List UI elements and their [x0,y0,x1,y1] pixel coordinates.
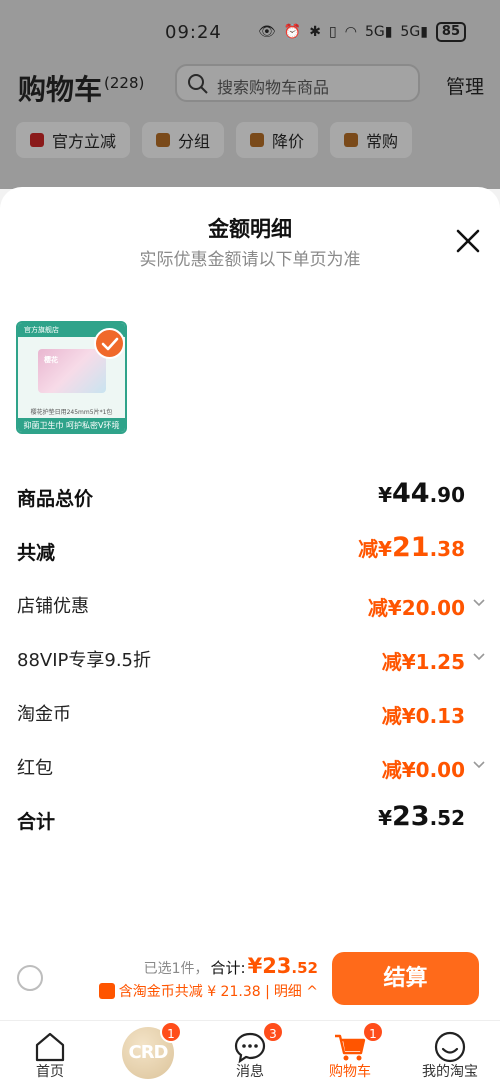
chip-official-discount[interactable]: 官方立减 [16,122,131,158]
tab-crd[interactable]: CRD 1 [100,1021,200,1085]
vibrate-icon: ▯ [329,24,337,40]
bottom-tabbar: 首页 CRD 1 3 消息 1 购物车 我的淘宝 [0,1020,500,1085]
chevron-down-icon[interactable] [472,650,486,664]
red-packet-value: 减¥0.00 [381,758,465,782]
goods-total-value: ¥44.90 [378,478,465,509]
chip-group[interactable]: 分组 [142,122,225,158]
lightning-icon [30,133,44,147]
selected-count: 已选1件， [143,961,209,977]
chevron-down-icon[interactable] [472,758,486,772]
sheet-subtitle: 实际优惠金额请以下单页为准 [139,250,361,270]
status-time: 09:24 [165,22,222,43]
coin-discount-note: 含淘金币共减 ¥ 21.38 | 明细 ^ [98,981,318,1001]
checkout-total: ¥23.52 [247,954,318,978]
row-sum: 合计 ¥23.52 [0,801,500,841]
row-total-discount: 共减 减¥ 21.38 [0,532,500,572]
sheet-title: 金额明细 [208,217,292,241]
goods-total-label: 商品总价 [17,488,94,510]
detail-toggle[interactable]: 明细 ^ [274,981,318,1001]
total-label: 合计: [210,959,246,977]
signal-icon: 5G▮ [364,24,393,40]
cart-icon [344,133,359,147]
filter-chips: 官方立减 分组 降价 常购 [16,122,413,158]
product-banner: 抑菌卫生巾 呵护私密V环境 [18,418,125,432]
shop-coupon-label: 店铺优惠 [17,596,89,617]
vip-value: 减¥1.25 [381,650,465,674]
home-icon [35,1032,65,1062]
search-placeholder: 搜索购物车商品 [217,78,330,97]
folder-icon [156,133,171,147]
product-thumbnail[interactable]: 官方旗舰店 樱花 樱花护垫日用245mm5片*1包 抑菌卫生巾 呵护私密V环境 [16,321,127,434]
battery-icon: 85 [435,22,466,42]
coins-value: 减¥0.13 [381,704,465,728]
bluetooth-icon: ✱ [309,24,321,40]
tab-my-taobao-label: 我的淘宝 [422,1064,478,1080]
select-all-checkbox[interactable] [17,965,43,991]
tab-home[interactable]: 首页 [0,1021,100,1085]
product-spec: 樱花护垫日用245mm5片*1包 [30,409,113,416]
alarm-icon: ⏰ [283,24,302,40]
product-box-label: 樱花 [44,356,58,364]
coins-label: 淘金币 [17,704,71,725]
tab-cart[interactable]: 1 购物车 [300,1021,400,1085]
tab-cart-badge: 1 [362,1021,384,1043]
status-bar: 09:24 👁 ⏰ ✱ ▯ ◠ 5G▮ 5G▮ 85 [0,0,500,64]
tab-messages[interactable]: 3 消息 [200,1021,300,1085]
wifi-icon: ◠ [344,24,357,40]
total-discount-value: 减¥ 21.38 [358,532,465,563]
chevron-down-icon[interactable] [472,596,486,610]
tab-my-taobao[interactable]: 我的淘宝 [400,1021,500,1085]
row-coins: 淘金币 减¥0.13 [0,694,500,734]
arrow-down-icon [250,133,265,147]
chip-frequent[interactable]: 常购 [330,122,413,158]
total-discount-label: 共减 [17,542,56,564]
tab-messages-badge: 3 [262,1021,284,1043]
coin-note-text: 含淘金币共减 ¥ 21.38 | [118,984,270,1000]
tab-crd-badge: 1 [160,1021,182,1043]
coin-icon [98,983,115,999]
checkout-bar: 已选1件， 合计: ¥23.52 含淘金币共减 ¥ 21.38 | 明细 ^ 结… [0,944,500,1020]
tab-home-label: 首页 [36,1064,64,1080]
shop-coupon-value: 减¥20.00 [367,596,465,620]
red-packet-label: 红包 [17,758,53,779]
close-icon[interactable] [452,225,484,257]
row-vip[interactable]: 88VIP专享9.5折 减¥1.25 [0,640,500,680]
manage-button[interactable]: 管理 [446,72,484,99]
row-shop-coupon[interactable]: 店铺优惠 减¥20.00 [0,586,500,626]
eye-icon: 👁 [258,24,276,40]
selected-check-icon [94,328,125,359]
row-red-packet[interactable]: 红包 减¥0.00 [0,748,500,788]
cart-background: 购物车 (228) 搜索购物车商品 管理 官方立减 分组 降价 常购 [0,64,500,189]
selection-summary: 已选1件， 合计: ¥23.52 [144,954,318,978]
cart-search-input[interactable]: 搜索购物车商品 [175,64,420,102]
vip-label: 88VIP专享9.5折 [17,650,152,671]
tab-cart-label: 购物车 [329,1064,371,1080]
smiley-icon [434,1031,466,1063]
chip-price-drop[interactable]: 降价 [236,122,319,158]
search-icon [188,74,208,94]
status-icons: 👁 ⏰ ✱ ▯ ◠ 5G▮ 5G▮ 85 [258,22,466,42]
cart-count: (228) [104,74,145,92]
tab-messages-label: 消息 [236,1064,264,1080]
sum-value: ¥23.52 [378,801,465,832]
row-goods-total: 商品总价 ¥44.90 [0,478,500,518]
signal-icon-2: 5G▮ [400,24,428,40]
cart-title: 购物车 [18,73,103,106]
checkout-button[interactable]: 结算 [332,952,479,1005]
sum-label: 合计 [17,811,56,833]
